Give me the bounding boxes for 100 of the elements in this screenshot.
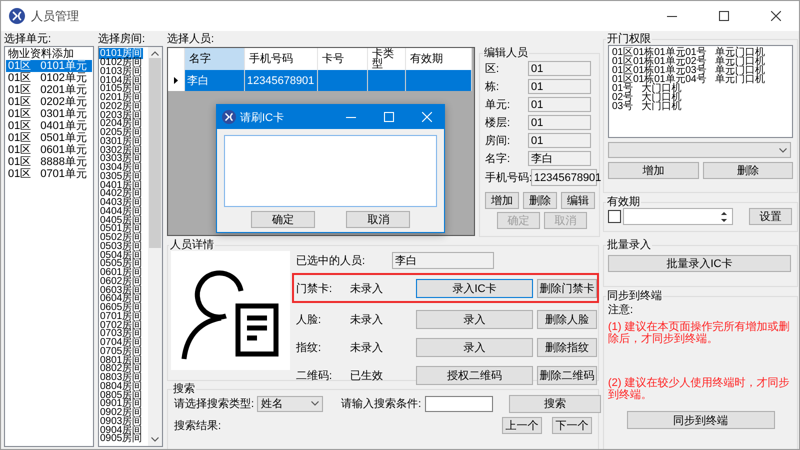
- set-button[interactable]: 设置: [749, 208, 792, 225]
- permission-item[interactable]: 01号 大门口机: [612, 84, 789, 93]
- room-list-item[interactable]: 0303房间: [99, 155, 144, 164]
- room-list-item[interactable]: 0503房间: [99, 242, 144, 252]
- room-list-item[interactable]: 0105房间: [99, 85, 144, 94]
- unit-list-item[interactable]: 01区 8888单元: [6, 156, 92, 168]
- device-select[interactable]: [608, 142, 791, 158]
- table-cell[interactable]: [368, 70, 406, 91]
- remove-button[interactable]: 删除指纹: [537, 338, 597, 356]
- room-list-item[interactable]: 0201房间: [99, 94, 144, 103]
- room-list-item[interactable]: 0101房间: [99, 48, 144, 59]
- text-field[interactable]: 李白: [392, 252, 494, 268]
- column-header[interactable]: 名字: [185, 48, 245, 70]
- scrollbar[interactable]: [148, 47, 162, 446]
- action-button[interactable]: 编辑: [561, 192, 595, 209]
- room-list-item[interactable]: 0902房间: [99, 409, 144, 418]
- room-list-item[interactable]: 0605房间: [99, 304, 144, 313]
- enroll-button[interactable]: 授权二维码: [416, 366, 533, 384]
- permission-item[interactable]: 03号 大门口机: [612, 102, 789, 111]
- room-list-item[interactable]: 0102房间: [99, 59, 144, 68]
- unit-list-item[interactable]: 01区 0601单元: [6, 144, 92, 156]
- room-list-item[interactable]: 0604房间: [99, 295, 144, 304]
- room-list-item[interactable]: 0404房间: [99, 208, 144, 216]
- permission-item[interactable]: 01区01栋01单元04号 单元门口机: [612, 75, 789, 84]
- room-list-item[interactable]: 0705房间: [99, 348, 144, 356]
- unit-list-item[interactable]: 01区 0501单元: [6, 132, 92, 144]
- room-list-item[interactable]: 0205房间: [99, 129, 144, 138]
- text-field[interactable]: 01: [528, 61, 591, 76]
- unit-list-item[interactable]: 01区 0701单元: [6, 168, 92, 180]
- permission-item[interactable]: 02号 大门口机: [612, 93, 789, 102]
- add-button[interactable]: 增加: [608, 162, 698, 179]
- search-type-select[interactable]: 姓名: [257, 396, 324, 412]
- remove-button[interactable]: 删除人脸: [537, 310, 597, 328]
- unit-list-item[interactable]: 01区 0101单元: [6, 60, 92, 72]
- row-header[interactable]: [168, 70, 185, 91]
- room-list-item[interactable]: 0502房间: [99, 234, 144, 243]
- room-list-item[interactable]: 0401房间: [99, 182, 144, 190]
- table-cell[interactable]: 李白: [185, 70, 245, 91]
- unit-list-item[interactable]: 01区 0401单元: [6, 120, 92, 132]
- room-list-item[interactable]: 0501房间: [99, 225, 144, 234]
- room-list-item[interactable]: 0304房间: [99, 164, 144, 173]
- column-header[interactable]: 卡号: [318, 48, 368, 70]
- unit-list-item[interactable]: 01区 0102单元: [6, 72, 92, 84]
- text-field[interactable]: 01: [528, 133, 591, 148]
- unit-list-item[interactable]: 01区 0202单元: [6, 96, 92, 108]
- room-list-item[interactable]: 0602房间: [99, 278, 144, 286]
- room-list-item[interactable]: 0603房间: [99, 286, 144, 296]
- enroll-button[interactable]: 录入: [416, 338, 533, 356]
- room-list-item[interactable]: 0301房间: [99, 138, 144, 146]
- room-list[interactable]: [98, 46, 163, 447]
- room-list-item[interactable]: 0103房间: [99, 68, 144, 76]
- column-header[interactable]: 手机号码: [245, 48, 318, 70]
- unit-list-item[interactable]: 01区 0201单元: [6, 84, 92, 96]
- text-field[interactable]: 李白: [528, 151, 591, 166]
- room-list-item[interactable]: 0504房间: [99, 252, 144, 260]
- card-input-field[interactable]: [224, 135, 437, 207]
- previous-button[interactable]: 上一个: [502, 417, 542, 434]
- unit-list-item[interactable]: 01区 0301单元: [6, 108, 92, 120]
- cancel-button[interactable]: 取消: [346, 211, 410, 228]
- room-list-item[interactable]: 0104房间: [99, 76, 144, 86]
- search-button[interactable]: 搜索: [509, 394, 602, 412]
- room-list-item[interactable]: 0305房间: [99, 172, 144, 182]
- table-cell[interactable]: [318, 70, 368, 91]
- room-list-item[interactable]: 0701房间: [99, 312, 144, 322]
- remove-button[interactable]: 删除门禁卡: [537, 278, 597, 298]
- unit-list-item[interactable]: 物业资料添加: [6, 48, 92, 60]
- delete-button[interactable]: 删除: [702, 162, 793, 179]
- room-list-item[interactable]: 0904房间: [99, 426, 144, 436]
- permission-item[interactable]: 01区01栋01单元01号 单元门口机: [612, 48, 789, 57]
- room-list-item[interactable]: 0702房间: [99, 322, 144, 330]
- room-list-item[interactable]: 0204房间: [99, 120, 144, 129]
- room-list-item[interactable]: 0203房间: [99, 112, 144, 120]
- room-list-item[interactable]: 0601房间: [99, 269, 144, 278]
- permission-item[interactable]: 01区01栋01单元02号 单元门口机: [612, 57, 789, 66]
- room-list-item[interactable]: 0802房间: [99, 365, 144, 374]
- action-button[interactable]: 增加: [485, 192, 519, 209]
- room-list-item[interactable]: 0403房间: [99, 199, 144, 208]
- room-list-item[interactable]: 0905房间: [99, 435, 144, 444]
- next-button[interactable]: 下一个: [552, 417, 592, 434]
- room-list-item[interactable]: 0703房间: [99, 330, 144, 339]
- column-header[interactable]: 有效期: [406, 48, 472, 70]
- text-field[interactable]: 01: [528, 97, 591, 112]
- room-list-item[interactable]: 0405房间: [99, 216, 144, 226]
- date-field[interactable]: [623, 208, 733, 225]
- unit-list[interactable]: 物业资料添加 01区 0101单元 01区 0102单元 01区 0201单元 01区 0202单元 01区 0301单元 01区 0401单元 01区 0501单元 01区 0601单元 01区 8888单元 01区 0701单元: [4, 46, 94, 447]
- search-field[interactable]: [425, 396, 494, 412]
- room-list-item[interactable]: 0804房间: [99, 382, 144, 392]
- checkbox[interactable]: [608, 210, 621, 223]
- remove-button[interactable]: 删除二维码: [537, 366, 597, 384]
- column-header[interactable]: 卡类型: [368, 48, 406, 70]
- sync-button[interactable]: 同步到终端: [626, 411, 774, 429]
- action-button[interactable]: 删除: [523, 192, 557, 209]
- batch-entry-button[interactable]: 批量录入IC卡: [608, 255, 791, 272]
- enroll-button[interactable]: 录入: [416, 310, 533, 328]
- room-list-item[interactable]: 0704房间: [99, 339, 144, 348]
- room-list-item[interactable]: 0505房间: [99, 260, 144, 269]
- room-list-item[interactable]: 0801房间: [99, 356, 144, 366]
- room-list-item[interactable]: 0402房间: [99, 190, 144, 199]
- table-cell[interactable]: 12345678901: [245, 70, 318, 91]
- enroll-button[interactable]: 录入IC卡: [416, 278, 533, 298]
